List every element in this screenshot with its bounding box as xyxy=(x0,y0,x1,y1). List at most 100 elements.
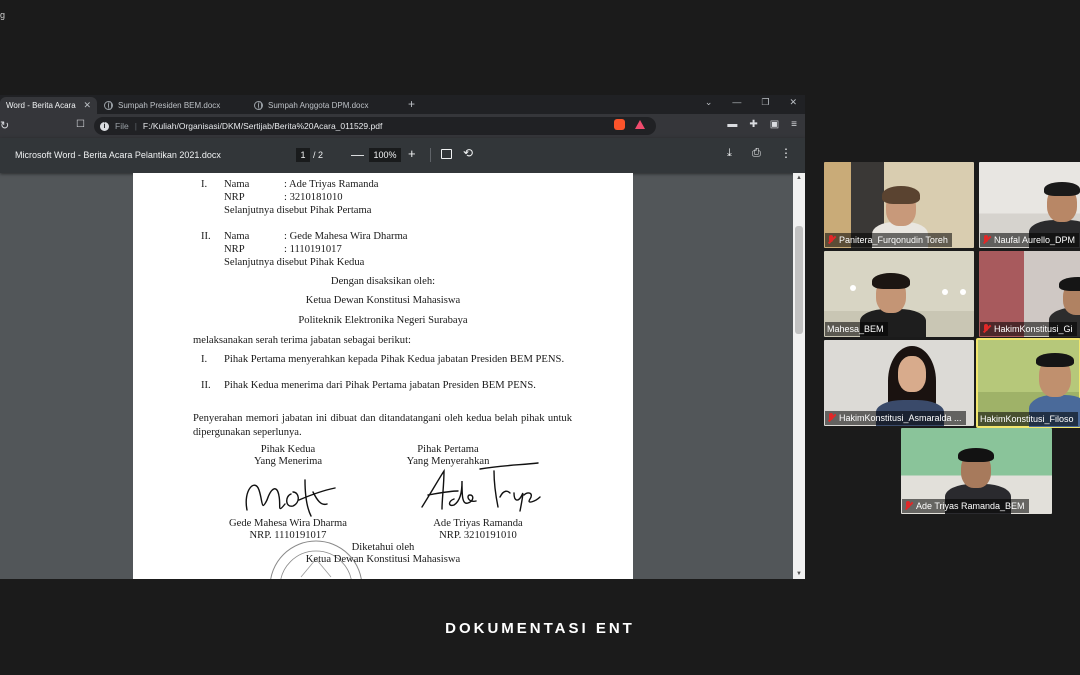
rotate-icon[interactable]: ⟲ xyxy=(463,146,473,160)
document-page: I. Nama : Ade Triyas Ramanda NRP : 32101… xyxy=(133,173,633,579)
party2-name-value: : Gede Mahesa Wira Dharma xyxy=(284,231,408,242)
scroll-thumb[interactable] xyxy=(795,226,803,334)
party1-numeral: I. xyxy=(201,179,208,190)
globe-icon xyxy=(104,101,113,110)
party1-name-value: : Ade Triyas Ramanda xyxy=(284,179,379,190)
tab-search-icon[interactable]: ⌄ xyxy=(705,97,713,108)
party2-nrp-value: : 1110191017 xyxy=(284,244,342,255)
pdf-toolbar: Microsoft Word - Berita Acara Pelantikan… xyxy=(0,138,805,173)
zoom-out-button[interactable]: — xyxy=(351,147,364,162)
known-title: Ketua Dewan Konstitusi Mahasiswa xyxy=(305,554,461,565)
participant-name: Ade Triyas Ramanda_BEM xyxy=(916,501,1025,511)
participant-name: HakimKonstitusi_Asmaralda ... xyxy=(839,413,962,423)
sign-right-role: Pihak Pertama xyxy=(417,444,479,455)
toolbar-icons: ▬ ✚ ▣ ≡ xyxy=(727,119,797,130)
participant-name: Mahesa_BEM xyxy=(827,324,884,334)
documentation-caption: DOKUMENTASI ENT xyxy=(445,620,635,637)
zoom-input[interactable]: 100% xyxy=(369,148,401,162)
party1-name-label: Nama xyxy=(224,179,250,190)
zoom-in-button[interactable]: + xyxy=(408,146,416,161)
item1-text: Pihak Pertama menyerahkan kepada Pihak K… xyxy=(224,354,565,365)
mic-muted-icon xyxy=(982,235,991,245)
page-number-input[interactable]: 1 xyxy=(296,148,310,162)
tab-sumpah-anggota[interactable]: Sumpah Anggota DPM.docx xyxy=(248,97,398,114)
rewards-icon[interactable] xyxy=(635,120,645,129)
mic-muted-icon xyxy=(827,235,836,245)
participant-tile[interactable]: HakimKonstitusi_Asmaralda ... xyxy=(824,340,974,426)
bookmark-icon[interactable]: ☐ xyxy=(76,119,85,130)
reload-icon[interactable]: ↻ xyxy=(0,119,9,132)
witness-org: Politeknik Elektronika Negeri Surabaya xyxy=(298,315,468,326)
participant-name: HakimKonstitusi_Filoso xyxy=(980,414,1074,424)
brave-shield-icon[interactable] xyxy=(614,119,625,130)
party2-name-label: Nama xyxy=(224,231,250,242)
extensions-icon[interactable]: ✚ xyxy=(749,119,757,130)
minimize-icon[interactable]: — xyxy=(732,97,741,108)
print-icon[interactable]: ⎙ xyxy=(752,147,761,160)
restore-icon[interactable]: ❐ xyxy=(761,97,769,108)
close-window-icon[interactable]: ✕ xyxy=(789,97,797,108)
tab-label: Sumpah Anggota DPM.docx xyxy=(268,101,369,110)
participant-name-label: Naufal Aurello_DPM xyxy=(980,233,1080,247)
participant-name-label: Mahesa_BEM xyxy=(825,322,888,336)
window-title-fragment: g xyxy=(0,10,6,20)
mic-muted-icon xyxy=(827,413,836,423)
participant-name: HakimKonstitusi_Gi xyxy=(994,324,1073,334)
divider: | xyxy=(134,121,137,131)
page-total: / 2 xyxy=(313,150,324,160)
more-options-icon[interactable]: ⋮ xyxy=(780,146,792,160)
participant-tile-active-speaker[interactable]: HakimKonstitusi_Filoso xyxy=(976,338,1080,428)
participant-name: Panitera_Furqonudin Toreh xyxy=(839,235,948,245)
sign-left-role: Pihak Kedua xyxy=(260,444,316,455)
address-toolbar: ↻ ☐ i File | F:/Kuliah/Organisasi/DKM/Se… xyxy=(0,114,805,138)
signature-left xyxy=(245,479,336,517)
url-text: F:/Kuliah/Organisasi/DKM/Sertijab/Berita… xyxy=(142,121,383,131)
party1-note: Selanjutnya disebut Pihak Pertama xyxy=(224,205,372,216)
known-by: Diketahui oleh xyxy=(351,542,415,553)
closing-paragraph: Penyerahan memori jabatan ini dibuat dan… xyxy=(193,413,572,438)
party2-numeral: II. xyxy=(201,231,211,242)
address-bar[interactable]: i File | F:/Kuliah/Organisasi/DKM/Sertij… xyxy=(94,117,656,135)
sign-left-name: Gede Mahesa Wira Dharma xyxy=(229,518,347,529)
sign-right-nrp: NRP. 3210191010 xyxy=(439,530,517,541)
tab-sumpah-presiden[interactable]: Sumpah Presiden BEM.docx xyxy=(98,97,248,114)
participant-tile[interactable]: Ade Triyas Ramanda_BEM xyxy=(901,428,1052,514)
wallet-icon[interactable]: ▬ xyxy=(727,119,737,130)
participant-tile[interactable]: Mahesa_BEM xyxy=(824,251,974,337)
tab-strip: Word - Berita Acara Pel ✕ Sumpah Preside… xyxy=(0,95,805,114)
signature-right xyxy=(421,462,541,512)
media-icon[interactable]: ▣ xyxy=(770,119,779,130)
sign-right-name: Ade Triyas Ramanda xyxy=(433,518,523,529)
party2-note: Selanjutnya disebut Pihak Kedua xyxy=(224,257,365,268)
download-icon[interactable]: ⤓ xyxy=(727,147,732,160)
pdf-title: Microsoft Word - Berita Acara Pelantikan… xyxy=(15,150,221,160)
party1-nrp-label: NRP xyxy=(224,192,245,203)
participant-name: Naufal Aurello_DPM xyxy=(994,235,1076,245)
tab-label: Word - Berita Acara Pel xyxy=(6,101,78,110)
participant-tile[interactable]: Panitera_Furqonudin Toreh xyxy=(824,162,974,248)
witness-title: Ketua Dewan Konstitusi Mahasiswa xyxy=(305,295,461,306)
browser-window: Word - Berita Acara Pel ✕ Sumpah Preside… xyxy=(0,95,805,579)
new-tab-button[interactable]: + xyxy=(408,97,415,111)
info-icon[interactable]: i xyxy=(100,121,109,131)
close-tab-icon[interactable]: ✕ xyxy=(83,100,91,111)
menu-icon[interactable]: ≡ xyxy=(791,119,797,130)
participant-tile[interactable]: HakimKonstitusi_Gi xyxy=(979,251,1080,337)
globe-icon xyxy=(254,101,263,110)
divider xyxy=(430,148,431,162)
scroll-down-icon[interactable]: ▼ xyxy=(796,571,802,577)
fit-page-icon[interactable] xyxy=(441,149,452,159)
scroll-up-icon[interactable]: ▲ xyxy=(796,175,802,181)
tab-berita-acara[interactable]: Word - Berita Acara Pel ✕ xyxy=(0,97,97,114)
mic-muted-icon xyxy=(904,501,913,511)
item2-numeral: II. xyxy=(201,380,211,391)
item1-numeral: I. xyxy=(201,354,208,365)
participant-name-label: Panitera_Furqonudin Toreh xyxy=(825,233,952,247)
document-scrollbar[interactable]: ▲ ▼ xyxy=(793,173,805,579)
window-controls: ⌄ — ❐ ✕ xyxy=(705,97,797,108)
witness-intro: Dengan disaksikan oleh: xyxy=(330,276,436,287)
party1-nrp-value: : 3210181010 xyxy=(284,192,343,203)
participant-tile[interactable]: Naufal Aurello_DPM xyxy=(979,162,1080,248)
participant-name-label: HakimKonstitusi_Gi xyxy=(980,322,1077,336)
party2-nrp-label: NRP xyxy=(224,244,245,255)
